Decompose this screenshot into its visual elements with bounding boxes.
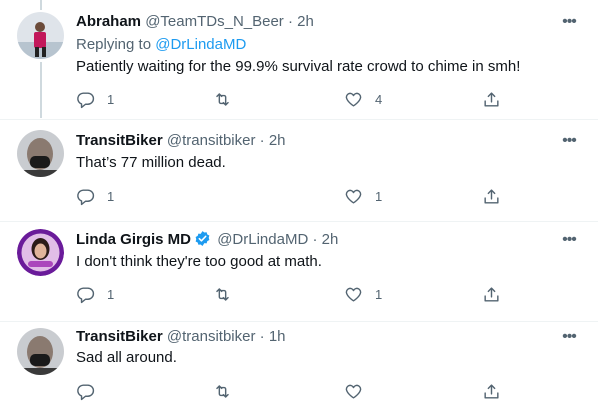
like-button[interactable]: 1 [344, 186, 382, 206]
action-bar: 1 4 [76, 89, 516, 109]
tweet[interactable]: Abraham @TeamTDs_N_Beer · 2h ••• Replyin… [0, 0, 598, 119]
timestamp[interactable]: 2h [297, 13, 314, 30]
reply-button[interactable]: 1 [76, 89, 114, 109]
reply-icon [77, 286, 95, 303]
avatar[interactable] [17, 130, 64, 177]
tweet-header: Abraham @TeamTDs_N_Beer · 2h [76, 11, 314, 33]
tweet-text: Sad all around. [76, 349, 177, 366]
like-button[interactable] [344, 381, 363, 401]
tweet-header: TransitBiker @transitbiker · 1h [76, 326, 286, 348]
retweet-icon [216, 384, 229, 398]
user-handle[interactable]: @DrLindaMD [217, 231, 308, 248]
replying-to: Replying to @DrLindaMD [76, 35, 246, 55]
like-button[interactable]: 1 [344, 284, 382, 304]
avatar[interactable] [17, 12, 64, 59]
retweet-button[interactable] [213, 284, 232, 304]
like-button[interactable]: 4 [344, 89, 382, 109]
retweet-button[interactable] [213, 89, 232, 109]
display-name[interactable]: TransitBiker [76, 328, 163, 345]
separator-dot: · [287, 13, 293, 30]
avatar[interactable] [17, 328, 64, 375]
heart-icon [345, 287, 362, 302]
reply-button[interactable]: 1 [76, 284, 114, 304]
reply-icon [77, 91, 95, 108]
share-icon [484, 383, 499, 399]
display-name[interactable]: TransitBiker [76, 132, 163, 149]
like-count: 1 [375, 286, 383, 302]
more-icon[interactable]: ••• [558, 232, 580, 253]
reply-icon [77, 383, 95, 400]
share-button[interactable] [482, 284, 501, 304]
retweet-icon [216, 92, 229, 106]
tweet[interactable]: TransitBiker @transitbiker · 1h ••• Sad … [0, 322, 598, 411]
reply-count: 1 [107, 188, 115, 204]
avatar-image [17, 229, 64, 276]
tweet[interactable]: TransitBiker @transitbiker · 2h ••• That… [0, 120, 598, 221]
verified-badge-icon [195, 231, 210, 246]
tweet[interactable]: Linda Girgis MD @DrLindaMD · 2h ••• I do… [0, 222, 598, 321]
display-name[interactable]: Linda Girgis MD [76, 231, 191, 248]
reply-button[interactable]: 1 [76, 186, 114, 206]
action-bar: 1 1 [76, 284, 516, 304]
reply-button[interactable] [76, 381, 95, 401]
heart-icon [345, 384, 362, 399]
more-icon[interactable]: ••• [558, 329, 580, 350]
action-bar: 1 1 [76, 186, 516, 206]
replying-to-link[interactable]: @DrLindaMD [155, 36, 246, 53]
more-icon[interactable]: ••• [558, 14, 580, 35]
tweet-header: Linda Girgis MD @DrLindaMD · 2h [76, 229, 338, 251]
like-count: 4 [375, 91, 383, 107]
avatar[interactable] [17, 229, 64, 276]
share-icon [484, 91, 499, 107]
heart-icon [345, 92, 362, 107]
reply-icon [77, 188, 95, 205]
share-icon [484, 286, 499, 302]
tweet-text: That’s 77 million dead. [76, 154, 226, 171]
reply-count: 1 [107, 286, 115, 302]
action-bar [76, 381, 516, 401]
timestamp[interactable]: 2h [269, 132, 286, 149]
tweet-header: TransitBiker @transitbiker · 2h [76, 130, 286, 152]
share-button[interactable] [482, 381, 501, 401]
share-button[interactable] [482, 89, 501, 109]
user-handle[interactable]: @transitbiker [167, 328, 256, 345]
separator-dot: · [259, 132, 265, 149]
avatar-image [17, 130, 64, 177]
separator-dot: · [259, 328, 265, 345]
user-handle[interactable]: @TeamTDs_N_Beer [145, 13, 284, 30]
user-handle[interactable]: @transitbiker [167, 132, 256, 149]
avatar-image [17, 328, 64, 375]
retweet-button[interactable] [213, 381, 232, 401]
display-name[interactable]: Abraham [76, 13, 141, 30]
separator-dot: · [312, 231, 318, 248]
like-count: 1 [375, 188, 383, 204]
tweet-text: Patiently waiting for the 99.9% survival… [76, 58, 521, 75]
heart-icon [345, 189, 362, 204]
more-icon[interactable]: ••• [558, 133, 580, 154]
retweet-icon [216, 287, 229, 301]
avatar-image [17, 12, 64, 59]
replying-to-label: Replying to [76, 36, 156, 53]
timestamp[interactable]: 2h [322, 231, 339, 248]
reply-count: 1 [107, 91, 115, 107]
share-icon [484, 188, 499, 204]
share-button[interactable] [482, 186, 501, 206]
tweet-text: I don't think they're too good at math. [76, 253, 322, 270]
timestamp[interactable]: 1h [269, 328, 286, 345]
